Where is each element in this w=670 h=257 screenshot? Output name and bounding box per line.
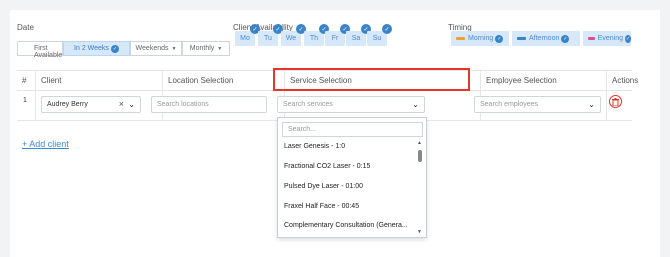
row-index: 1 [23, 97, 27, 104]
dropdown-option[interactable]: Pulsed Dye Laser - 01:00 [284, 183, 363, 190]
evening-dash-icon [588, 37, 595, 40]
client-select[interactable]: Audrey Berry × ⌄ [41, 96, 141, 113]
dropdown-option[interactable]: Fractional CO2 Laser - 0:15 [284, 163, 370, 170]
scroll-down-icon[interactable]: ▼ [417, 229, 422, 235]
employee-placeholder: Search employees [480, 101, 538, 108]
client-value: Audrey Berry [47, 101, 88, 108]
date-option-label: In 2 Weeks [74, 45, 109, 52]
day-label: Tu [264, 35, 272, 42]
date-option-first-available[interactable]: First Available [17, 41, 63, 59]
chevron-down-icon: ⌄ [412, 100, 419, 109]
check-badge-icon: ✓ [382, 24, 392, 34]
employee-search-input[interactable]: Search employees ⌄ [474, 96, 601, 113]
trash-icon [612, 97, 619, 106]
timing-afternoon[interactable]: Afternoon ✓ [512, 31, 580, 46]
location-placeholder: Search locations [157, 101, 209, 108]
day-toggle-su[interactable]: Su ✓ [367, 24, 392, 46]
service-placeholder: Search services [283, 101, 333, 108]
check-icon: ✓ [561, 34, 570, 43]
day-toggle-fr[interactable]: Fr ✓ [325, 24, 350, 46]
chevron-down-icon: ⌄ [128, 100, 135, 109]
clear-icon[interactable]: × [119, 99, 124, 109]
day-label: Sa [351, 35, 361, 42]
dropdown-option[interactable]: Laser Genesis - 1:0 [284, 143, 345, 150]
add-client-link[interactable]: + Add client [22, 139, 69, 149]
scrollbar-thumb[interactable] [418, 150, 422, 162]
dropdown-option[interactable]: Fraxel Half Face - 00:45 [284, 203, 359, 210]
service-search-input[interactable]: Search services ⌄ [277, 96, 425, 113]
date-option-monthly[interactable]: Monthly ▼ [182, 41, 230, 56]
row-index-cell: 1 [17, 90, 36, 120]
date-option-weekends[interactable]: Weekends ▼ [130, 41, 182, 56]
location-search-input[interactable]: Search locations [151, 96, 267, 113]
header-employee: Employee Selection [481, 70, 607, 90]
check-icon: ✓ [110, 44, 119, 53]
service-selection-highlight [273, 68, 470, 91]
afternoon-dash-icon [517, 37, 526, 40]
day-label: We [285, 35, 297, 42]
morning-dash-icon [456, 37, 465, 40]
day-toggle-we[interactable]: We ✓ [281, 24, 306, 46]
timing-label-text: Evening [597, 35, 624, 42]
dropdown-search-placeholder: Search... [288, 126, 317, 133]
caret-down-icon: ▼ [217, 45, 223, 52]
date-label: Date [17, 23, 34, 32]
day-toggle-sa[interactable]: Sa ✓ [346, 24, 371, 46]
check-icon: ✓ [495, 34, 504, 43]
header-actions: Actions [612, 75, 639, 85]
day-toggle-mo[interactable]: Mo ✓ [235, 24, 260, 46]
delete-row-button[interactable] [609, 95, 622, 108]
header-client: Client [36, 70, 163, 90]
day-label: Th [309, 35, 319, 42]
scroll-up-icon[interactable]: ▲ [417, 140, 422, 146]
caret-down-icon: ▼ [171, 45, 177, 52]
chevron-down-icon: ⌄ [588, 100, 595, 109]
dropdown-search-input[interactable]: Search... [282, 122, 423, 137]
timing-label-text: Afternoon [529, 35, 560, 42]
service-dropdown: Search... Laser Genesis - 1:0 Fractional… [277, 117, 427, 238]
check-icon: ✓ [625, 34, 631, 43]
dropdown-scrollbar[interactable]: ▲ ▼ [417, 140, 423, 235]
timing-label-text: Morning [468, 35, 494, 42]
day-label: Su [372, 35, 382, 42]
timing-morning[interactable]: Morning ✓ [451, 31, 509, 46]
day-label: Mo [240, 35, 250, 42]
day-toggle-th[interactable]: Th ✓ [304, 24, 329, 46]
day-label: Fr [331, 35, 339, 42]
header-index: # [17, 70, 36, 90]
date-option-label: Monthly [189, 45, 215, 52]
date-option-in-2-weeks[interactable]: In 2 Weeks ✓ [63, 41, 130, 56]
dropdown-option[interactable]: Complementary Consultation (Genera... [284, 222, 408, 229]
date-option-label: Weekends [135, 45, 169, 52]
header-location: Location Selection [163, 70, 285, 90]
date-option-label: First Available [34, 45, 63, 59]
timing-evening[interactable]: Evening ✓ [583, 31, 631, 46]
day-toggle-tu[interactable]: Tu ✓ [258, 24, 283, 46]
